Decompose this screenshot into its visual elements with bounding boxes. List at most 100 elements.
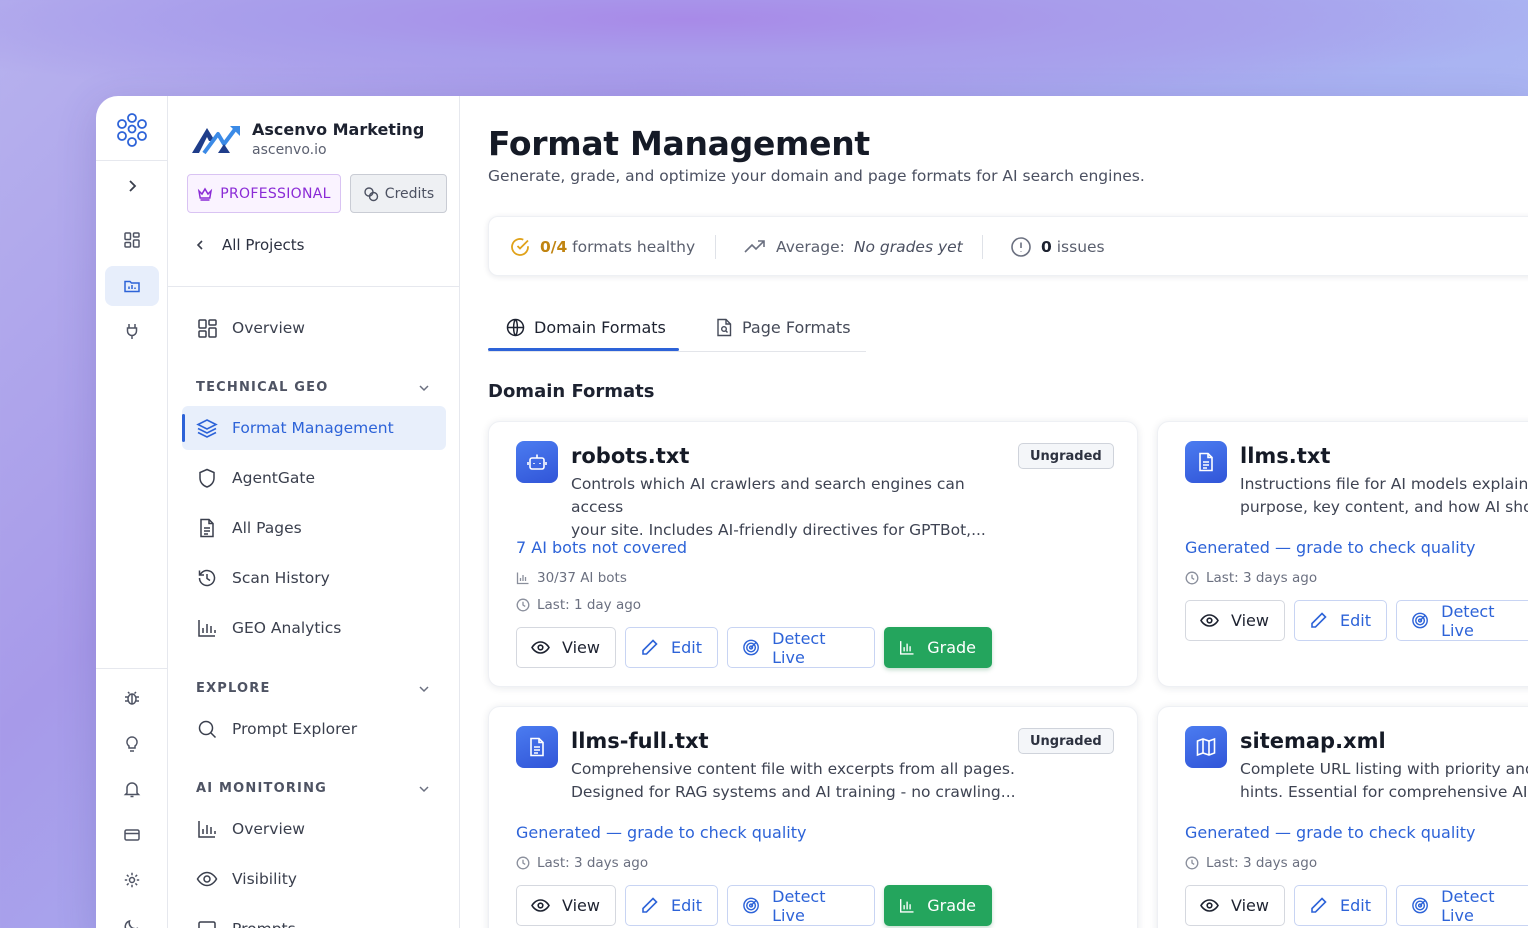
sidebar-item-agentgate[interactable]: AgentGate xyxy=(182,456,446,500)
search-icon xyxy=(198,720,217,739)
edit-label: Edit xyxy=(671,638,702,657)
rail-billing-button[interactable] xyxy=(105,815,159,855)
sidebar-item-ai-overview[interactable]: Overview xyxy=(182,807,446,851)
status-badge: Ungraded xyxy=(1018,443,1114,469)
rail-ideas-button[interactable] xyxy=(105,724,159,764)
edit-button[interactable]: Edit xyxy=(625,885,718,926)
sidebar-item-scan-history[interactable]: Scan History xyxy=(182,556,446,600)
last-updated: Last: 1 day ago xyxy=(516,597,641,613)
bar-chart-icon xyxy=(900,641,914,655)
stat-divider xyxy=(715,235,716,259)
chevron-down-icon[interactable] xyxy=(418,382,430,394)
format-description: Comprehensive content file with excerpts… xyxy=(571,758,1021,804)
grade-button[interactable]: Grade xyxy=(884,885,992,926)
pencil-icon xyxy=(642,897,658,913)
all-projects-link[interactable]: All Projects xyxy=(194,236,305,254)
grade-label: Grade xyxy=(927,896,976,915)
detect-live-button[interactable]: Detect Live xyxy=(727,885,875,926)
radar-icon xyxy=(743,897,759,914)
eye-icon xyxy=(531,899,550,912)
edit-label: Edit xyxy=(671,896,702,915)
credits-button[interactable]: Credits xyxy=(350,174,447,213)
app-logo-icon[interactable] xyxy=(113,110,151,148)
format-status-link[interactable]: Generated — grade to check quality xyxy=(1185,538,1476,557)
tab-domain-formats[interactable]: Domain Formats xyxy=(506,302,666,352)
format-description-line: hints. Essential for comprehensive AI c xyxy=(1240,783,1528,801)
clock-icon xyxy=(516,856,530,870)
card-actions: View Edit Detect Live Grade xyxy=(516,627,992,668)
format-description: Controls which AI crawlers and search en… xyxy=(571,473,1021,542)
chevron-down-icon[interactable] xyxy=(418,783,430,795)
coins-icon xyxy=(364,186,378,201)
sidebar-item-format-management[interactable]: Format Management xyxy=(182,406,446,450)
map-icon xyxy=(1196,737,1216,757)
rail-notifications-button[interactable] xyxy=(105,769,159,809)
gear-icon xyxy=(124,872,140,888)
view-button[interactable]: View xyxy=(516,627,616,668)
format-description: Complete URL listing with priority and h… xyxy=(1240,758,1528,804)
sidebar-item-label: GEO Analytics xyxy=(232,619,342,637)
eye-icon xyxy=(196,871,218,887)
rail-projects-button[interactable] xyxy=(105,266,159,306)
format-icon xyxy=(516,726,558,768)
format-status-link[interactable]: Generated — grade to check quality xyxy=(516,823,807,842)
section-heading-ai-monitoring: AI MONITORING xyxy=(196,781,328,796)
sidebar-item-label: Overview xyxy=(232,820,305,838)
message-icon xyxy=(198,921,216,928)
format-title: robots.txt xyxy=(571,444,690,468)
detect-live-button[interactable]: Detect Live xyxy=(1396,600,1528,641)
stats-bar: 0/4 formats healthy Average: No grades y… xyxy=(488,216,1528,276)
format-description-line: Instructions file for AI models explaini… xyxy=(1240,475,1528,493)
format-status-link[interactable]: 7 AI bots not covered xyxy=(516,538,687,557)
chevron-down-icon[interactable] xyxy=(418,683,430,695)
format-icon xyxy=(516,441,558,483)
sidebar-item-overview[interactable]: Overview xyxy=(182,306,446,350)
alert-circle-icon xyxy=(1011,237,1031,257)
expand-sidebar-button[interactable] xyxy=(105,166,159,206)
format-title: llms-full.txt xyxy=(571,729,709,753)
edit-button[interactable]: Edit xyxy=(1294,600,1387,641)
sidebar-item-prompt-explorer[interactable]: Prompt Explorer xyxy=(182,707,446,751)
background-gradient xyxy=(0,0,1528,96)
grade-button[interactable]: Grade xyxy=(884,627,992,668)
pencil-icon xyxy=(642,639,658,655)
sidebar-item-prompts[interactable]: Prompts xyxy=(182,907,446,928)
detect-live-button[interactable]: Detect Live xyxy=(727,627,875,668)
plan-badge[interactable]: PROFESSIONAL xyxy=(187,174,341,213)
rail-dashboard-button[interactable] xyxy=(105,220,159,260)
stat-average-value: No grades yet xyxy=(853,238,963,256)
edit-button[interactable]: Edit xyxy=(1294,885,1387,926)
edit-label: Edit xyxy=(1340,611,1371,630)
file-search-icon xyxy=(717,318,732,336)
tab-page-formats[interactable]: Page Formats xyxy=(716,302,851,352)
last-updated-text: Last: 3 days ago xyxy=(1206,570,1318,586)
format-card-llms: llms.txt Instructions file for AI models… xyxy=(1157,421,1528,687)
chevron-left-icon xyxy=(196,240,203,250)
sidebar-item-visibility[interactable]: Visibility xyxy=(182,857,446,901)
format-status-link[interactable]: Generated — grade to check quality xyxy=(1185,823,1476,842)
icon-rail xyxy=(96,96,168,928)
detect-live-button[interactable]: Detect Live xyxy=(1396,885,1528,926)
check-circle-icon xyxy=(511,238,529,256)
rail-theme-button[interactable] xyxy=(105,906,159,928)
view-button[interactable]: View xyxy=(1185,600,1285,641)
page-subtitle: Generate, grade, and optimize your domai… xyxy=(488,167,1145,185)
edit-label: Edit xyxy=(1340,896,1371,915)
rail-integrations-button[interactable] xyxy=(105,311,159,351)
detect-live-label: Detect Live xyxy=(772,886,826,925)
format-description-line: Controls which AI crawlers and search en… xyxy=(571,475,965,516)
sidebar-item-geo-analytics[interactable]: GEO Analytics xyxy=(182,606,446,650)
edit-button[interactable]: Edit xyxy=(625,627,718,668)
rail-settings-button[interactable] xyxy=(105,860,159,900)
format-description-line: Designed for RAG systems and AI training… xyxy=(571,783,1016,801)
sidebar-item-all-pages[interactable]: All Pages xyxy=(182,506,446,550)
last-updated: Last: 3 days ago xyxy=(1185,570,1317,586)
rail-debug-button[interactable] xyxy=(105,678,159,718)
sidebar-item-label: Visibility xyxy=(232,870,297,888)
view-button[interactable]: View xyxy=(1185,885,1285,926)
view-label: View xyxy=(1231,896,1269,915)
format-description-line: purpose, key content, and how AI should xyxy=(1240,498,1528,516)
view-button[interactable]: View xyxy=(516,885,616,926)
org-name: Ascenvo Marketing xyxy=(252,120,425,139)
rail-divider xyxy=(96,160,168,161)
